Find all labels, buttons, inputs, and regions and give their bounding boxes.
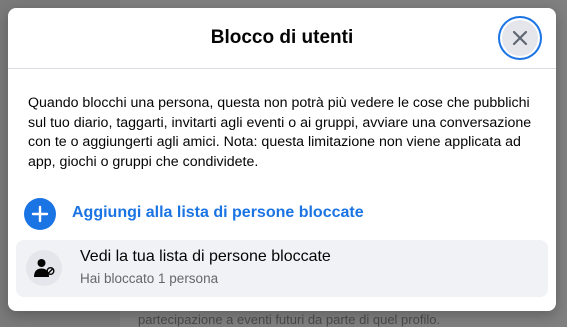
dialog-title: Blocco di utenti — [210, 27, 354, 48]
background-text: partecipazione a eventi futuri da parte … — [138, 312, 441, 327]
close-icon — [512, 30, 528, 46]
user-blocked-icon — [26, 250, 62, 286]
add-to-block-list-button[interactable]: Aggiungi alla lista di persone bloccate — [24, 198, 540, 230]
dialog-header: Blocco di utenti — [8, 8, 556, 69]
add-to-block-list-label: Aggiungi alla lista di persone bloccate — [72, 204, 364, 221]
block-list-count: Hai bloccato 1 persona — [80, 271, 219, 286]
view-block-list-button[interactable]: Vedi la tua lista di persone bloccate Ha… — [16, 240, 548, 297]
block-list-title: Vedi la tua lista di persone bloccate — [80, 248, 331, 265]
block-users-dialog: Blocco di utenti Quando blocchi una pers… — [8, 8, 556, 311]
block-description: Quando blocchi una persona, questa non p… — [28, 95, 532, 170]
close-button[interactable] — [502, 20, 538, 56]
plus-icon — [24, 198, 56, 230]
